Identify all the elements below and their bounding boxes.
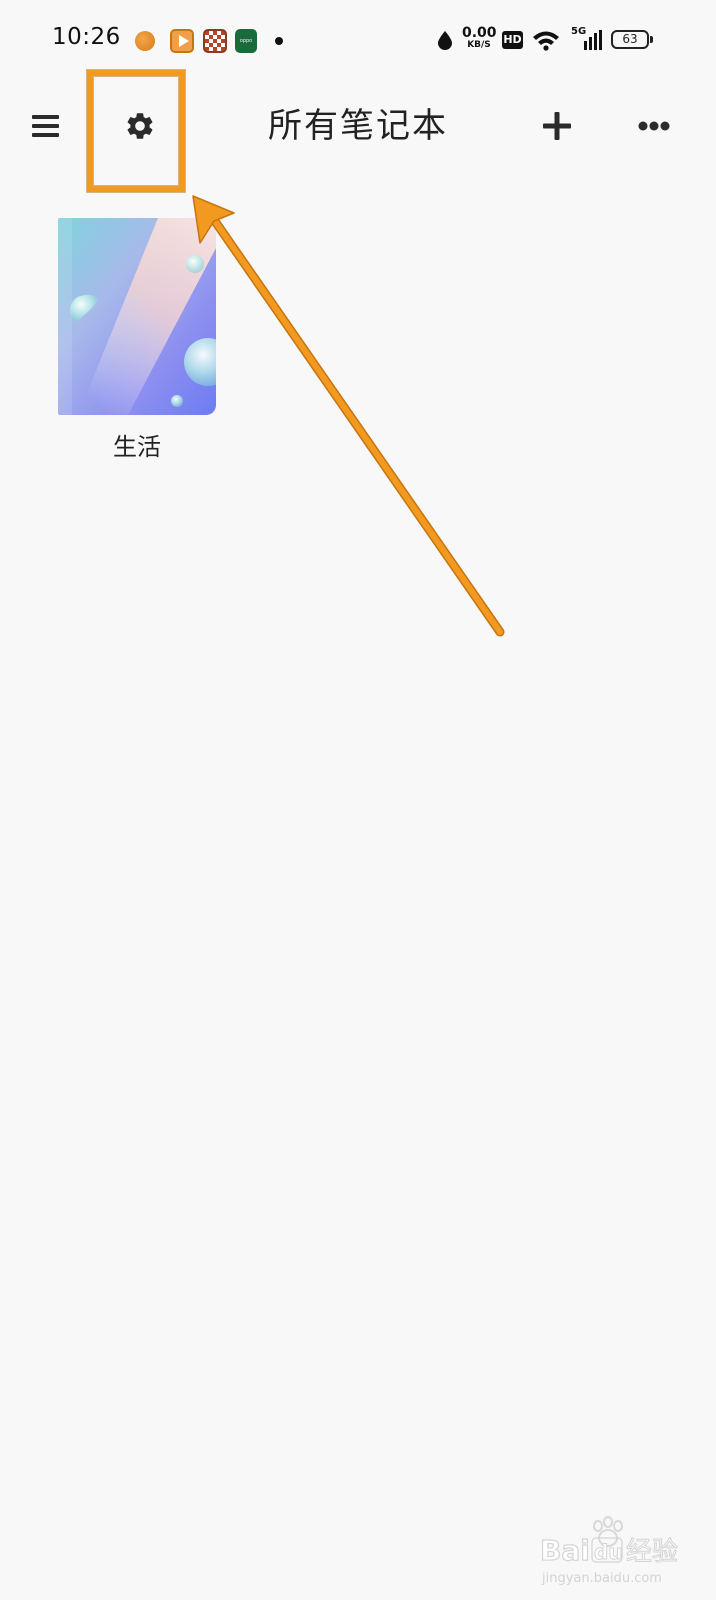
- svg-text:jingyan.baidu.com: jingyan.baidu.com: [541, 1571, 662, 1586]
- battery-tip: [650, 36, 653, 43]
- add-notebook-button[interactable]: [527, 86, 587, 166]
- network-speed: 0.00 KB/S: [462, 25, 497, 50]
- status-time: 10:26: [52, 24, 121, 50]
- video-app-icon: [170, 29, 194, 53]
- wifi-icon: [533, 31, 559, 51]
- more-dots-icon: [638, 121, 670, 131]
- oppo-app-icon: oppo: [235, 29, 257, 53]
- hamburger-menu-icon: [32, 115, 59, 137]
- data-saver-drop-icon: [438, 31, 452, 50]
- svg-text:Bai: Bai: [540, 1534, 590, 1567]
- page-title: 所有笔记本: [268, 106, 448, 146]
- svg-text:经验: 经验: [626, 1537, 678, 1567]
- basketball-app-icon: [135, 31, 155, 51]
- battery-indicator: 63: [611, 30, 649, 49]
- tutorial-highlight-box: [87, 70, 185, 192]
- menu-button[interactable]: [16, 86, 76, 166]
- hd-voice-badge: HD: [502, 31, 523, 49]
- notebooks-screen: 10:26 oppo 0.00 KB/S HD 5G 63 所有笔记本 生活 B…: [0, 0, 716, 1600]
- cellular-signal-icon: [584, 30, 602, 50]
- status-bar: 10:26 oppo 0.00 KB/S HD 5G 63: [0, 0, 716, 80]
- notebook-cover-image: [58, 218, 216, 415]
- network-speed-value: 0.00: [462, 25, 497, 41]
- network-speed-unit: KB/S: [467, 40, 491, 50]
- notebook-name: 生活: [113, 433, 161, 461]
- notebook-item[interactable]: 生活: [58, 218, 216, 462]
- svg-text:du: du: [594, 1540, 623, 1564]
- more-options-button[interactable]: [624, 86, 684, 166]
- plus-icon: [543, 112, 571, 140]
- baidu-jingyan-watermark-logo: Bai du 经验 jingyan.baidu.com: [539, 1516, 679, 1586]
- more-notifications-dot-icon: [275, 37, 283, 45]
- checkered-app-icon: [203, 29, 227, 53]
